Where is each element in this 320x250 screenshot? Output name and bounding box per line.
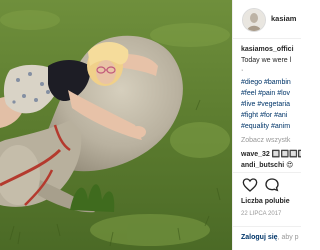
login-link[interactable]: Zaloguj się: [241, 234, 278, 241]
hashtag-line[interactable]: #diego #bambin: [241, 78, 291, 87]
likes-count[interactable]: Liczba polubie: [241, 197, 290, 206]
caption-username[interactable]: kasiamos_offici: [241, 46, 294, 53]
login-prompt-text: , aby p: [277, 234, 299, 241]
caption-dot: ·: [241, 67, 244, 74]
comment-item: andi_butschi 😍: [241, 161, 293, 170]
heart-icon[interactable]: [242, 177, 258, 193]
post-photo: [0, 0, 232, 250]
photo-illustration: [0, 0, 232, 250]
login-prompt: Zaloguj się, aby p: [241, 233, 299, 242]
comment-text: 😍: [286, 162, 294, 169]
comment-username[interactable]: wave_32: [241, 151, 270, 158]
avatar[interactable]: [242, 8, 266, 32]
hashtag-line[interactable]: #fight #for #ani: [241, 111, 287, 120]
hashtag-line[interactable]: #feel #pain #lov: [241, 89, 290, 98]
post-date: 22 LIPCA 2017: [241, 211, 282, 217]
header-username[interactable]: kasiam: [271, 14, 296, 23]
hashtag-line[interactable]: #live #vegetaria: [241, 100, 290, 109]
hashtag-line[interactable]: #equality #anim: [241, 122, 290, 131]
see-all-comments-link[interactable]: Zobacz wszystk: [241, 136, 290, 145]
comment-bubble-icon[interactable]: [264, 177, 280, 193]
caption-text: Today we were l: [241, 57, 292, 64]
avatar-image: [243, 9, 265, 31]
comment-username[interactable]: andi_butschi: [241, 162, 284, 169]
comment-item: wave_32 🔲🔲🔲🔲: [241, 150, 301, 159]
post-header: kasiam: [233, 0, 301, 39]
post-side-panel: kasiam kasiamos_offici Today we were l ·…: [232, 0, 301, 250]
action-bar: [233, 172, 301, 195]
comment-text: 🔲🔲🔲🔲: [271, 151, 301, 158]
caption-username-line: kasiamos_offici: [241, 45, 294, 54]
